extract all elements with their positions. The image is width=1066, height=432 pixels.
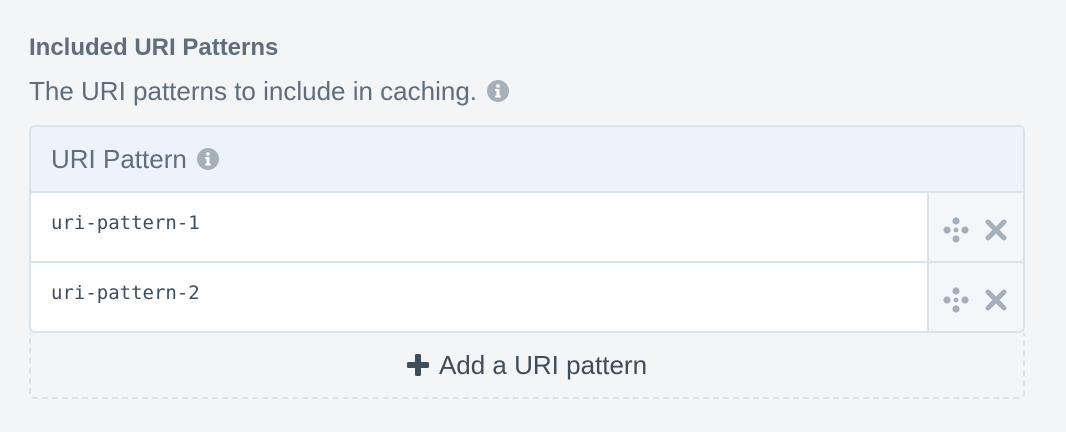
info-icon[interactable] [487,80,510,102]
delete-icon[interactable] [982,286,1010,314]
plus-icon [406,354,429,376]
included-uri-patterns-field: Included URI Patterns The URI patterns t… [29,30,1025,399]
delete-icon[interactable] [982,216,1010,244]
row-actions [929,193,1023,261]
uri-pattern-input[interactable]: uri-pattern-1 [31,193,929,261]
move-icon[interactable] [942,286,970,314]
field-title: Included URI Patterns [29,34,279,61]
column-header-uri-pattern: URI Pattern [51,143,187,174]
field-instructions-text: The URI patterns to include in caching. [29,76,478,106]
add-uri-pattern-button[interactable]: Add a URI pattern [29,333,1025,399]
add-uri-pattern-label: Add a URI pattern [438,349,648,380]
field-instructions: The URI patterns to include in caching. [29,74,1025,108]
table-header: URI Pattern [31,127,1023,193]
row-actions [929,263,1023,331]
move-icon[interactable] [942,216,970,244]
table-row: uri-pattern-1 [31,193,1023,263]
uri-patterns-table: URI Pattern uri-pattern-1 uri-pattern-2 [29,125,1025,333]
table-row: uri-pattern-2 [31,263,1023,331]
uri-pattern-input[interactable]: uri-pattern-2 [31,263,929,331]
info-icon[interactable] [196,148,219,170]
